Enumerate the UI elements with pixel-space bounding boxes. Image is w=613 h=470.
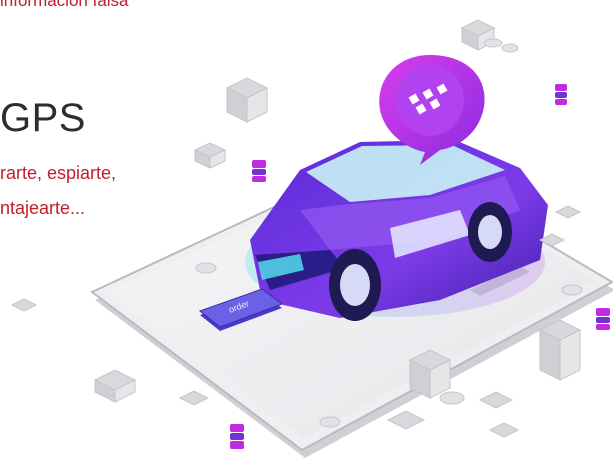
gps-illustration: order: [10, 19, 613, 458]
